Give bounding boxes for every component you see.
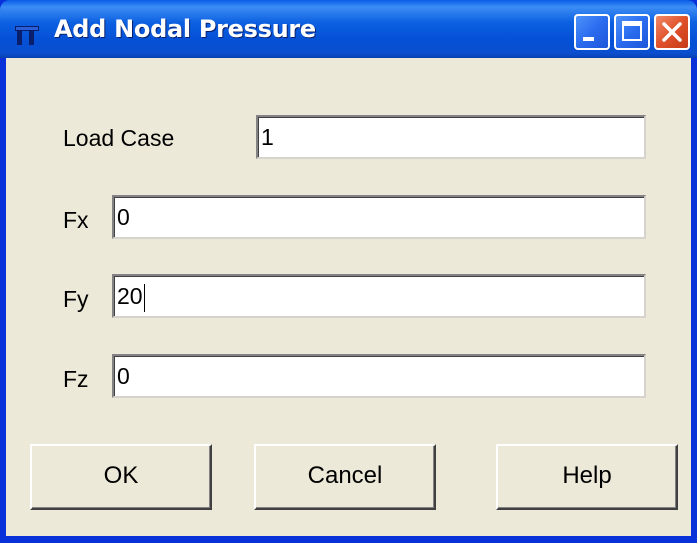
fx-field[interactable]: 0 (112, 195, 646, 239)
minimize-button[interactable] (574, 14, 610, 50)
app-icon (15, 26, 39, 45)
minimize-icon (583, 37, 594, 41)
title-bar[interactable]: Add Nodal Pressure (0, 0, 697, 58)
close-button[interactable] (654, 14, 690, 50)
fy-label: Fy (63, 286, 89, 312)
fz-value: 0 (117, 363, 130, 389)
window-title: Add Nodal Pressure (54, 15, 316, 43)
load-case-label: Load Case (63, 125, 175, 151)
close-icon (662, 22, 682, 42)
dialog-body: Load Case 1 Fx 0 Fy 20 Fz 0 OK Cancel He… (6, 58, 691, 536)
maximize-icon (622, 21, 642, 41)
cancel-button[interactable]: Cancel (254, 444, 436, 510)
maximize-button[interactable] (614, 14, 650, 50)
fz-label: Fz (63, 366, 89, 392)
fy-value: 20 (117, 283, 143, 309)
load-case-field[interactable]: 1 (256, 115, 646, 159)
text-caret (143, 283, 145, 312)
dialog-window: Add Nodal Pressure Load Case 1 Fx 0 Fy 2… (0, 0, 697, 543)
load-case-value: 1 (261, 124, 274, 150)
fz-field[interactable]: 0 (112, 354, 646, 398)
ok-button[interactable]: OK (30, 444, 212, 510)
fx-value: 0 (117, 204, 130, 230)
fy-field[interactable]: 20 (112, 274, 646, 318)
fx-label: Fx (63, 207, 89, 233)
help-button[interactable]: Help (496, 444, 678, 510)
